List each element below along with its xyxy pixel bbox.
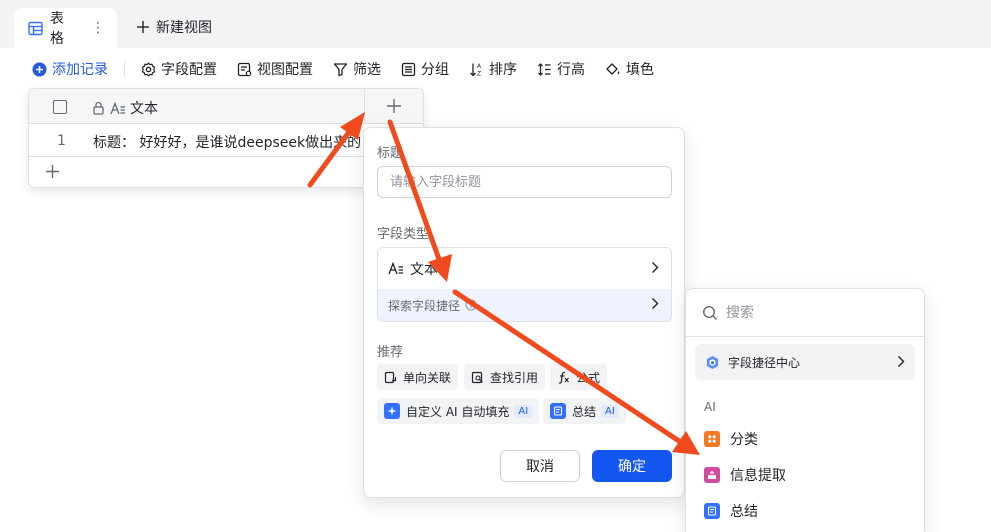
shortcut-search [686,289,924,337]
shortcut-search-input[interactable] [726,304,906,321]
row-number: 1 [57,133,66,149]
shortcut-item-label: 信息提取 [730,468,786,484]
sort-button[interactable]: AZ 排序 [469,59,517,79]
paint-bucket-icon [605,62,621,77]
chip-lookup[interactable]: 查找引用 [464,364,546,390]
field-type-label: 字段类型 [377,227,430,242]
view-config-button[interactable]: 视图配置 [237,59,313,79]
section-ai-label: AI [704,400,716,414]
row-height-label: 行高 [557,62,585,78]
chip-custom-ai-autofill[interactable]: 自定义 AI 自动填充 AI [377,398,540,424]
add-record-label: 添加记录 [52,62,108,78]
lookup-icon [471,371,484,384]
tab-table[interactable]: 表格 ⋮ [14,8,117,48]
confirm-button[interactable]: 确定 [592,450,672,482]
text-field-icon [110,101,126,115]
chip-label: 查找引用 [490,370,539,385]
table-cell-text[interactable]: 标题： 好好好，是谁说deepseek做出来的 [93,132,361,152]
ai-badge: AI [514,404,533,418]
chip-label: 公式 [576,370,601,385]
info-icon [465,299,477,311]
table-icon [28,21,43,36]
svg-text:Z: Z [477,70,481,77]
add-field-plus-icon[interactable] [386,98,402,114]
explore-shortcuts-label: 探索字段捷径 [388,298,461,313]
sparkle-icon [384,403,400,419]
group-icon [401,62,416,77]
summary-icon [704,503,720,519]
field-title-input[interactable] [377,166,672,198]
svg-text:A: A [477,63,482,70]
ai-badge: AI [601,404,619,418]
sort-icon: AZ [469,62,484,77]
shortcut-center-icon [705,355,720,370]
select-all-checkbox[interactable] [53,100,67,114]
more-vertical-icon[interactable]: ⋮ [91,20,105,36]
toolbar-divider [124,61,125,77]
chevron-right-icon [651,261,659,274]
title-label: 标题 [377,146,404,161]
shortcut-item-classify[interactable]: 分类 [704,429,758,449]
fill-color-label: 填色 [626,62,654,78]
filter-label: 筛选 [353,62,381,78]
column-header-text[interactable]: 文本 [92,98,158,118]
sort-label: 排序 [489,62,517,78]
row-height-button[interactable]: 行高 [537,59,585,79]
field-shortcut-dropdown: 字段捷径中心 AI 分类 信息提取 总结 [685,288,925,532]
shortcut-item-label: 总结 [730,504,758,520]
cancel-button[interactable]: 取消 [500,450,580,482]
info-extract-icon [704,467,720,483]
shortcut-center-label: 字段捷径中心 [728,355,801,370]
field-config-panel: 标题 字段类型 文本 探索字段捷径 推荐 单向关联 [363,127,685,498]
link-doc-icon [384,371,397,384]
field-type-select[interactable]: 文本 [378,248,671,289]
shortcut-item-label: 分类 [730,432,758,448]
toolbar: 添加记录 字段配置 视图配置 筛选 分组 AZ 排序 行高 填色 [32,58,674,80]
column-divider [364,89,365,124]
plus-icon [136,20,150,34]
gear-icon [141,62,156,77]
view-config-label: 视图配置 [257,62,313,78]
view-settings-icon [237,62,252,77]
group-button[interactable]: 分组 [401,59,449,79]
add-record-button[interactable]: 添加记录 [32,59,108,79]
field-config-label: 字段配置 [161,62,217,78]
column-header-label: 文本 [130,101,158,117]
recommend-label: 推荐 [377,345,404,360]
new-view-button[interactable]: 新建视图 [136,17,212,37]
lock-icon [92,101,105,115]
new-view-label: 新建视图 [156,20,212,36]
chip-summary[interactable]: 总结 AI [543,398,626,424]
add-circle-icon [32,62,47,77]
fill-color-button[interactable]: 填色 [605,59,654,79]
chip-one-way-link[interactable]: 单向关联 [377,364,459,390]
chevron-right-icon [651,297,659,310]
shortcut-item-summary[interactable]: 总结 [704,501,758,521]
summary-icon [550,403,566,419]
text-field-icon [388,262,404,275]
classify-icon [704,431,720,447]
explore-shortcuts-row[interactable]: 探索字段捷径 [378,289,671,321]
chip-formula[interactable]: 公式 [550,364,608,390]
filter-button[interactable]: 筛选 [333,59,381,79]
grid-header: 文本 [29,89,423,124]
field-type-box: 文本 探索字段捷径 [377,247,672,322]
chip-label: 自定义 AI 自动填充 [406,404,510,419]
row-height-icon [537,62,552,77]
chevron-right-icon [897,355,905,368]
shortcut-item-info-extract[interactable]: 信息提取 [704,465,786,485]
tab-table-label: 表格 [50,11,64,47]
field-config-button[interactable]: 字段配置 [141,59,217,79]
add-row-plus-icon[interactable] [45,164,60,179]
chip-label: 单向关联 [403,370,452,385]
search-icon [702,305,718,321]
filter-icon [333,62,348,77]
field-type-value: 文本 [410,261,438,278]
formula-icon [557,371,570,384]
chip-label: 总结 [572,404,597,419]
group-label: 分组 [421,62,449,78]
shortcut-center-item[interactable]: 字段捷径中心 [695,344,915,380]
